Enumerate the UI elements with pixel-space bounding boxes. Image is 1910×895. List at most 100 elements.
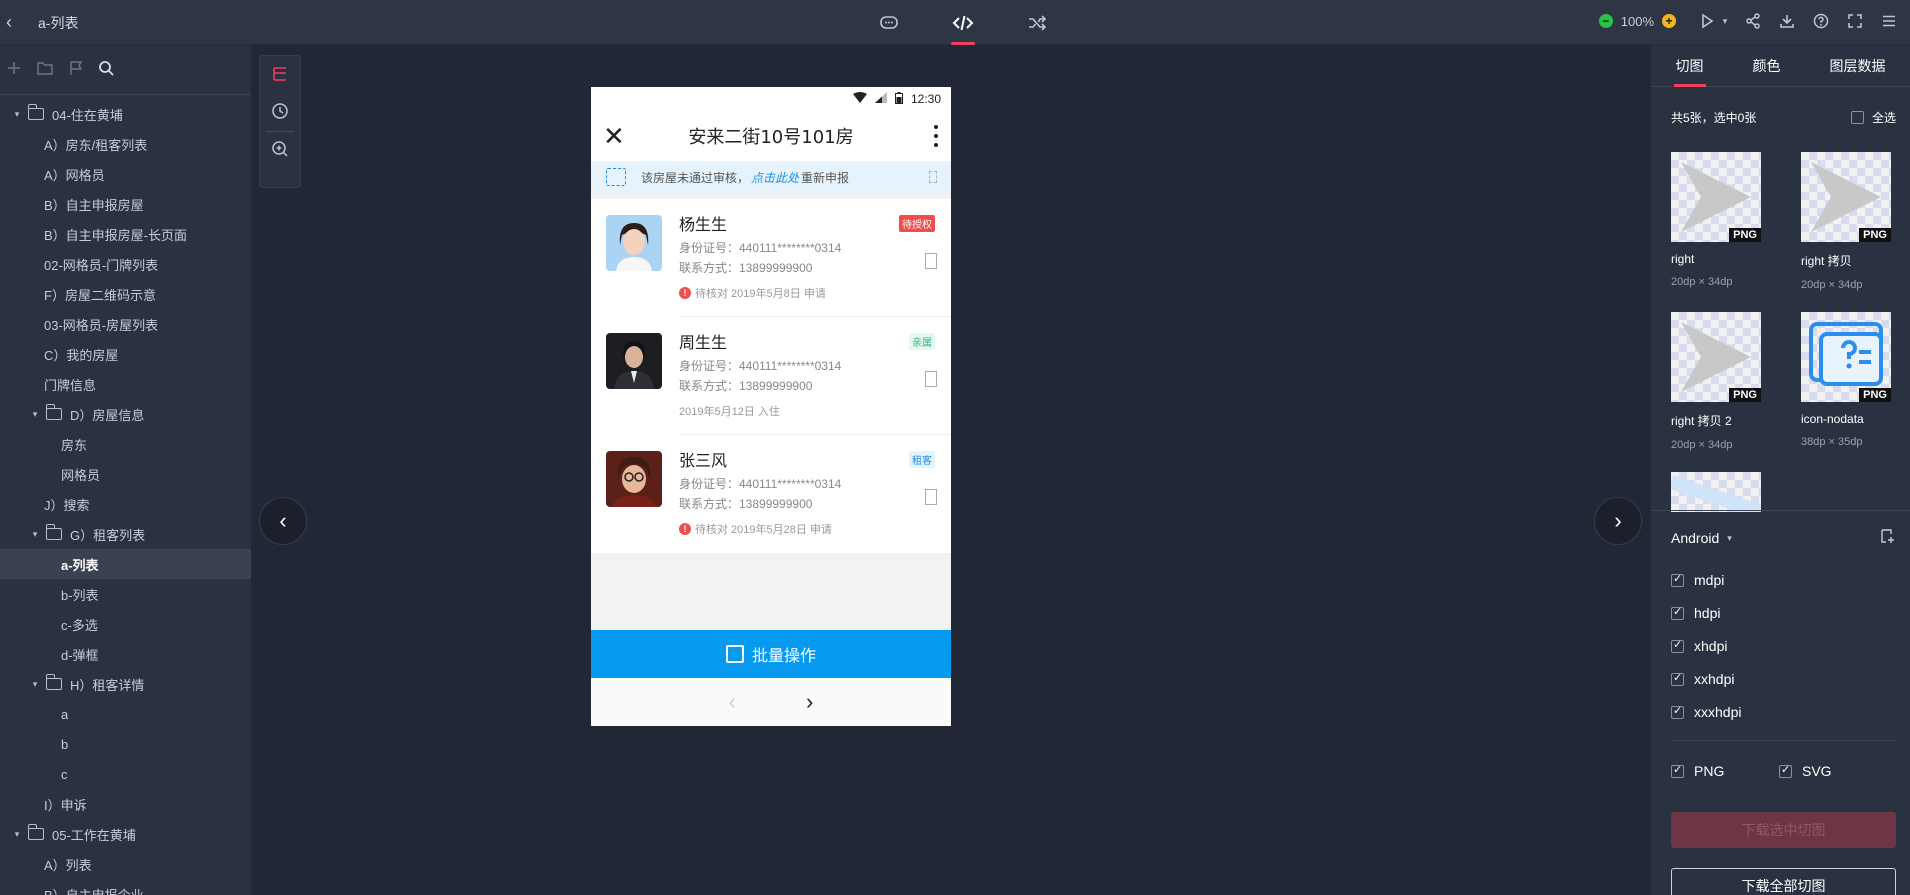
contact-phone: 联系方式：13899999900 <box>679 379 813 393</box>
help-icon[interactable] <box>1810 10 1832 32</box>
dpi-option[interactable]: xxhdpi <box>1671 671 1734 687</box>
format-checkbox[interactable] <box>1671 763 1684 778</box>
tree-item[interactable]: F）房屋二维码示意 <box>0 279 251 309</box>
tab-slices[interactable]: 切图 <box>1670 45 1710 87</box>
tree-item[interactable]: B）自主申报房屋 <box>0 189 251 219</box>
chevron-left-icon[interactable]: ‹ <box>6 12 26 32</box>
tree-item[interactable]: c-多选 <box>0 609 251 639</box>
tree-item[interactable]: ▾ 05-工作在黄埔 <box>0 819 251 849</box>
zoom-in-button[interactable]: + <box>1662 14 1676 28</box>
tree-item[interactable]: ▾ 04-住在黄埔 <box>0 99 251 129</box>
tree-item[interactable]: a-列表 <box>0 549 251 579</box>
share-icon[interactable] <box>1742 10 1764 32</box>
fullscreen-icon[interactable] <box>1844 10 1866 32</box>
dpi-checkbox[interactable] <box>1671 671 1684 686</box>
arrow-placeholder-icon <box>925 371 937 387</box>
download-all-button[interactable]: 下载全部切图 <box>1671 868 1896 895</box>
search-icon[interactable] <box>98 60 114 79</box>
more-icon[interactable] <box>933 125 939 147</box>
platform-select[interactable]: Android ▾ <box>1671 530 1732 546</box>
zoom-in-icon[interactable] <box>271 140 289 161</box>
resubmit-link[interactable]: 点击此处 <box>751 169 799 186</box>
history-icon[interactable] <box>271 102 289 123</box>
select-all[interactable]: 全选 <box>1850 109 1896 126</box>
download-selected-button[interactable]: 下载选中切图 <box>1671 812 1896 848</box>
menu-icon[interactable] <box>1878 10 1900 32</box>
chevron-left-icon[interactable]: ‹ <box>729 689 736 715</box>
folder-icon[interactable] <box>36 60 54 79</box>
dpi-label: hdpi <box>1694 605 1721 621</box>
chevron-down-icon[interactable]: ▾ <box>28 529 42 540</box>
tree-item[interactable]: I）申诉 <box>0 789 251 819</box>
tree-item[interactable]: 网格员 <box>0 459 251 489</box>
close-icon[interactable]: ✕ <box>603 123 625 149</box>
format-option[interactable]: PNG <box>1671 763 1724 779</box>
tree-item[interactable]: A）列表 <box>0 849 251 879</box>
person-card[interactable]: 周生生 亲属 身份证号：440111********0314 联系方式：1389999… <box>591 317 951 435</box>
tab-layer-data[interactable]: 图层数据 <box>1824 45 1892 87</box>
flag-icon[interactable] <box>68 60 84 79</box>
avatar <box>606 451 662 507</box>
shuffle-icon[interactable] <box>1018 8 1056 45</box>
chevron-down-icon[interactable]: ▾ <box>28 409 42 420</box>
person-card[interactable]: 张三风 租客 身份证号：440111********0314 联系方式：1389999… <box>591 435 951 553</box>
code-icon[interactable] <box>944 8 982 45</box>
tree-item[interactable]: 门牌信息 <box>0 369 251 399</box>
batch-operation-button[interactable]: 批量操作 <box>591 630 951 678</box>
zoom-out-button[interactable]: − <box>1598 14 1613 28</box>
next-page-button[interactable]: › <box>1594 497 1642 545</box>
slice-item[interactable]: PNG icon-nodata 38dp × 35dp <box>1801 312 1901 448</box>
tree-item[interactable]: b <box>0 729 251 759</box>
dpi-checkbox[interactable] <box>1671 572 1684 587</box>
add-export-icon[interactable] <box>1880 528 1896 544</box>
layers-icon[interactable] <box>271 65 289 86</box>
dpi-checkbox[interactable] <box>1671 638 1684 653</box>
house-title: 安来二街10号101房 <box>688 127 854 148</box>
tree-item[interactable]: C）我的房屋 <box>0 339 251 369</box>
tree-item[interactable]: B）自主申报房屋-长页面 <box>0 219 251 249</box>
chevron-right-icon[interactable]: › <box>806 689 813 715</box>
dpi-option[interactable]: mdpi <box>1671 572 1724 588</box>
format-option[interactable]: SVG <box>1779 763 1832 779</box>
tree-item[interactable]: A）房东/租客列表 <box>0 129 251 159</box>
chevron-down-icon[interactable]: ▾ <box>1720 10 1730 32</box>
tree-item[interactable]: B）自主申报企业 <box>0 879 251 895</box>
tree-item[interactable]: ▾ G）租客列表 <box>0 519 251 549</box>
dpi-checkbox[interactable] <box>1671 605 1684 620</box>
tree-item[interactable]: c <box>0 759 251 789</box>
format-checkbox[interactable] <box>1779 763 1792 778</box>
chevron-down-icon[interactable]: ▾ <box>10 829 24 840</box>
tree-item[interactable]: J）搜索 <box>0 489 251 519</box>
tree-item[interactable]: ▾ H）租客详情 <box>0 669 251 699</box>
dpi-option[interactable]: hdpi <box>1671 605 1720 621</box>
download-icon[interactable] <box>1776 10 1798 32</box>
tree-item[interactable]: 房东 <box>0 429 251 459</box>
slice-item[interactable]: PNG right 拷贝 2 20dp × 34dp <box>1671 312 1791 451</box>
dpi-option[interactable]: xxxhdpi <box>1671 704 1741 720</box>
select-all-checkbox[interactable] <box>1850 111 1864 124</box>
dpi-option[interactable]: xhdpi <box>1671 638 1727 654</box>
tree-item[interactable]: ▾ D）房屋信息 <box>0 399 251 429</box>
tree-item[interactable]: b-列表 <box>0 579 251 609</box>
dpi-checkbox[interactable] <box>1671 704 1684 719</box>
person-card[interactable]: 杨生生 待授权 身份证号：440111********0314 联系方式：138999… <box>591 199 951 317</box>
tree-item[interactable]: d-弹框 <box>0 639 251 669</box>
slice-item[interactable] <box>1671 472 1791 512</box>
person-name: 周生生 <box>679 333 728 352</box>
chevron-down-icon[interactable]: ▾ <box>10 109 24 120</box>
slice-item[interactable]: PNG right 拷贝 20dp × 34dp <box>1801 152 1901 291</box>
chevron-down-icon[interactable]: ▾ <box>28 679 42 690</box>
tab-colors[interactable]: 颜色 <box>1747 45 1787 87</box>
play-icon[interactable] <box>1696 10 1718 32</box>
slice-item[interactable]: PNG right 20dp × 34dp <box>1671 152 1791 288</box>
comment-icon[interactable] <box>870 8 908 45</box>
previous-page-button[interactable]: ‹ <box>259 497 307 545</box>
top-bar: ‹ a-列表 − 100% + ▾ <box>0 0 1910 45</box>
tree-item[interactable]: A）网格员 <box>0 159 251 189</box>
tree-item[interactable]: a <box>0 699 251 729</box>
tree-item[interactable]: 02-网格员-门牌列表 <box>0 249 251 279</box>
tree-item[interactable]: 03-网格员-房屋列表 <box>0 309 251 339</box>
review-notice: 该房屋未通过审核， 点击此处 重新申报 <box>591 161 951 193</box>
tree-item-label: A）列表 <box>44 857 92 873</box>
add-icon[interactable] <box>6 60 22 79</box>
